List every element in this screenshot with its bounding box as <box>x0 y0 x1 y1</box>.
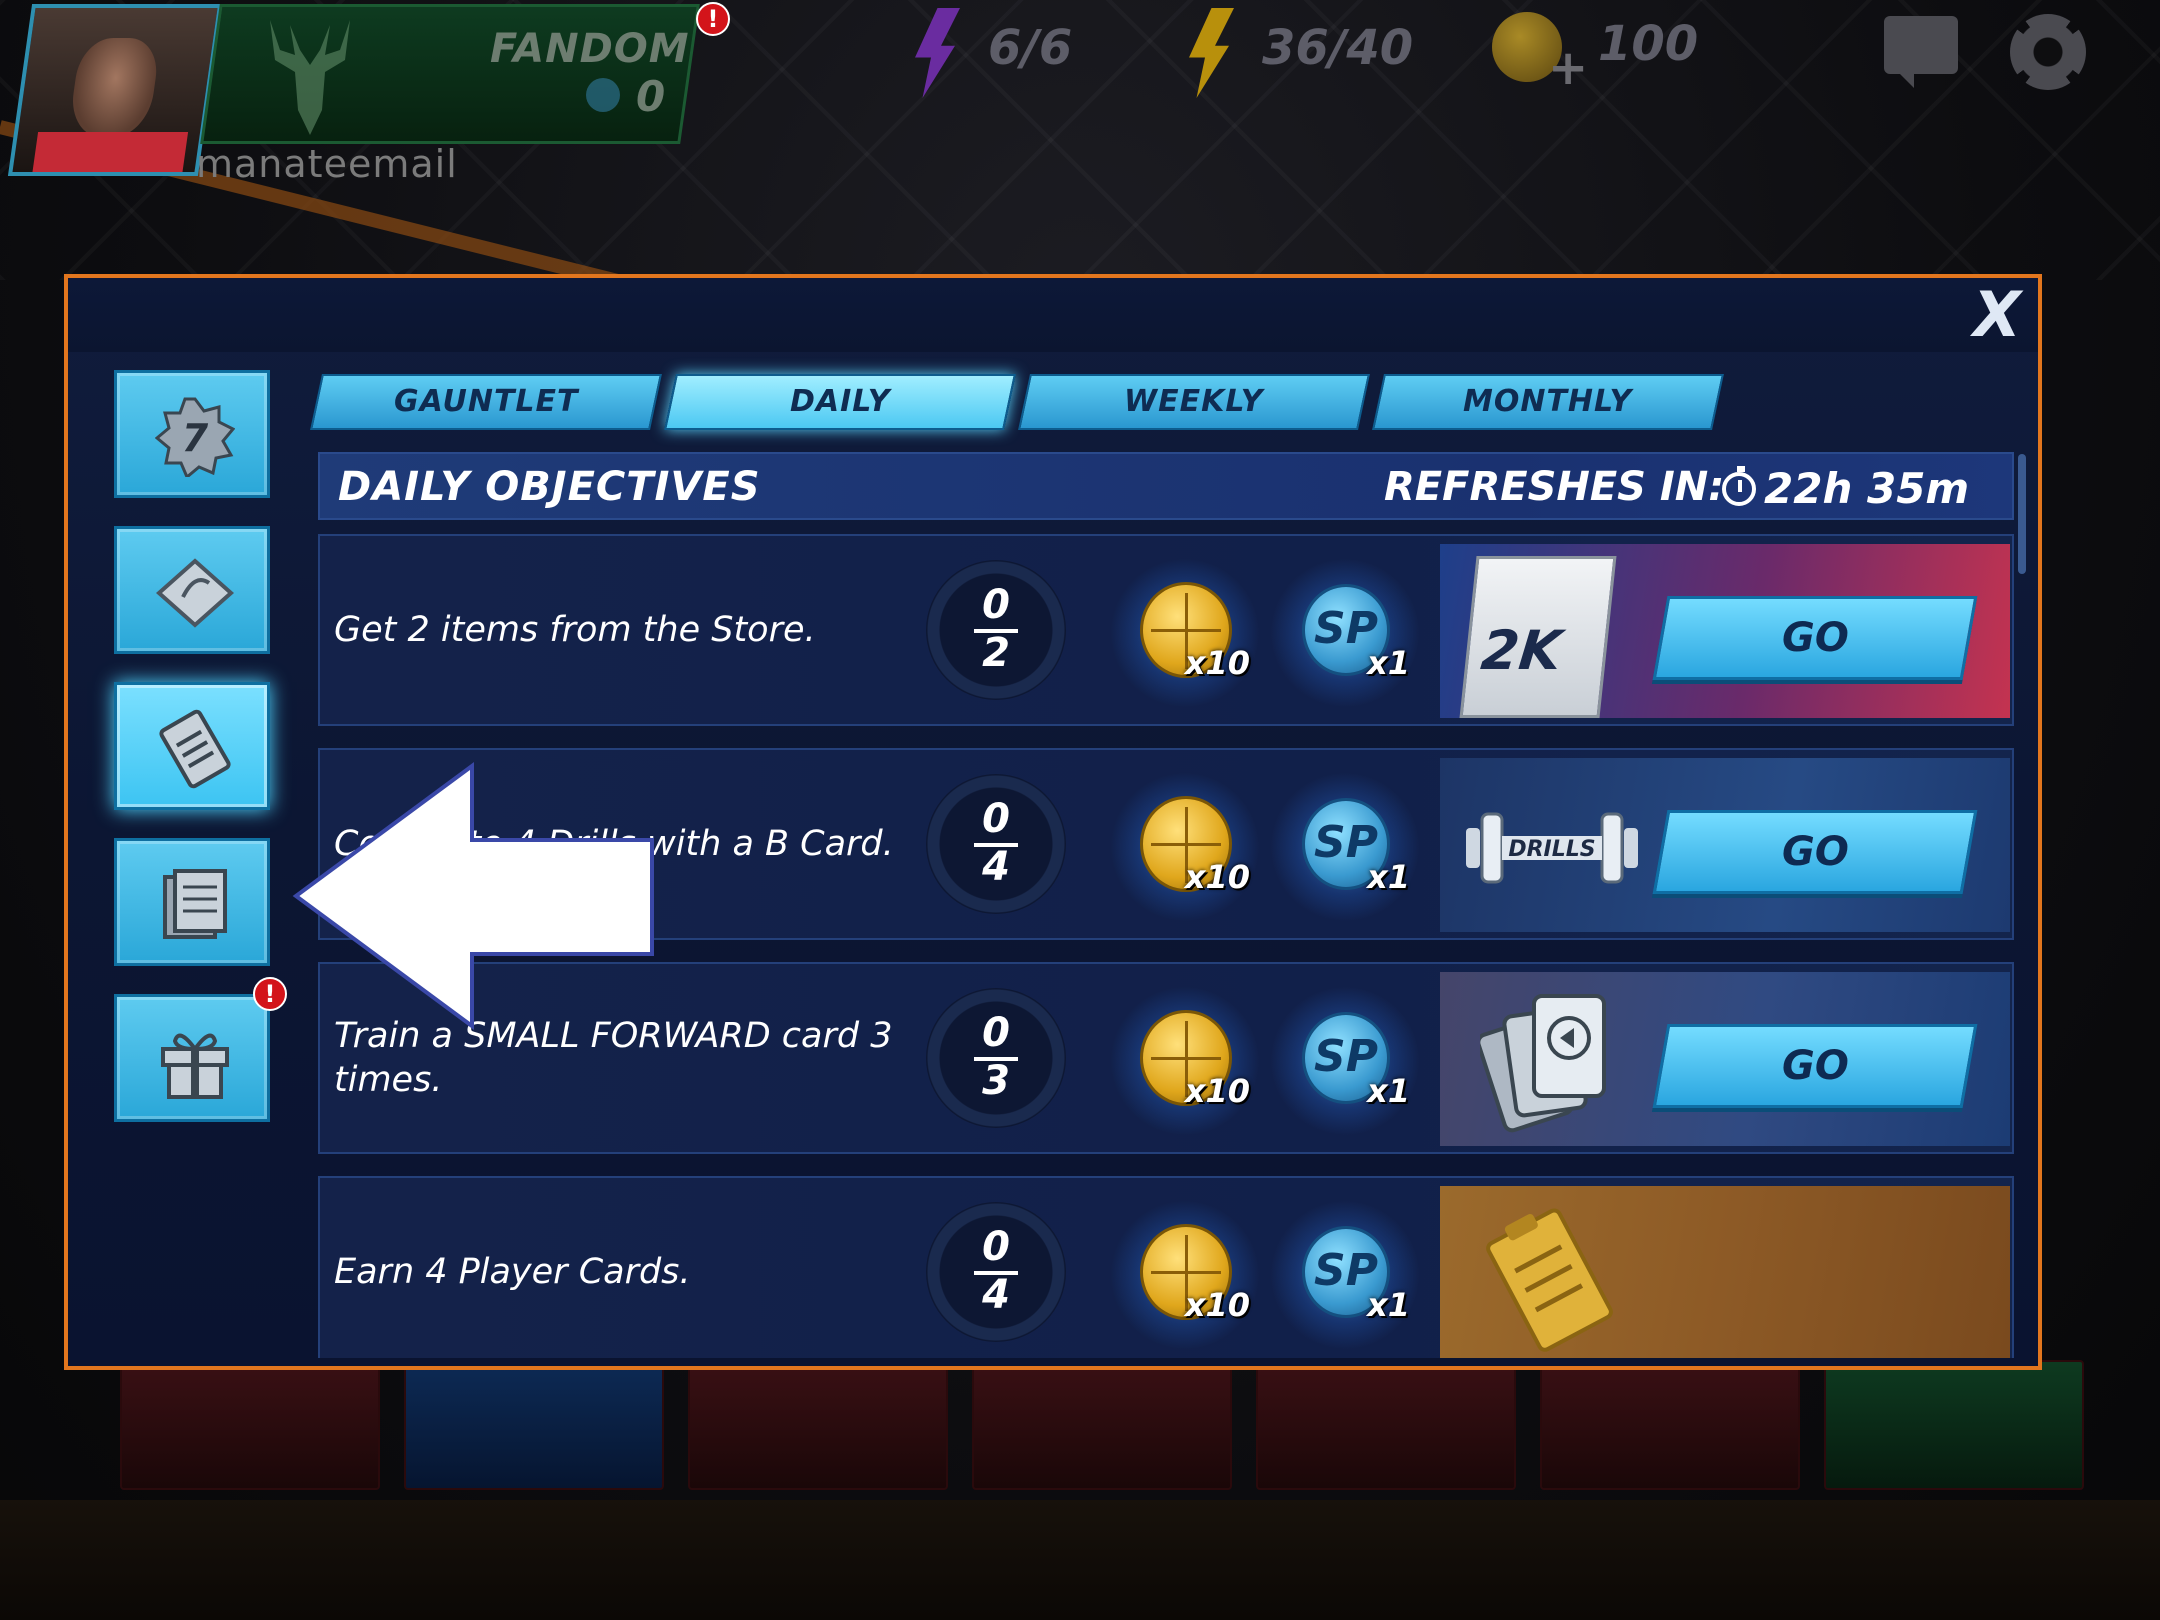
shopping-bag-icon: 2K <box>1459 556 1617 718</box>
svg-text:DRILLS: DRILLS <box>1508 837 1595 862</box>
bucks-logo-icon <box>270 20 350 135</box>
sp-reward: SP x1 <box>1270 558 1420 708</box>
player-cards-panel <box>1440 1186 2010 1358</box>
go-button[interactable]: GO <box>1652 810 1978 894</box>
news-icon <box>163 869 227 939</box>
dumbbell-icon: DRILLS <box>1466 812 1638 884</box>
refresh-label: REFRESHES IN: <box>1384 464 1725 510</box>
side-menu-gift-button[interactable]: ! <box>114 977 287 1122</box>
sp-reward: SP x1 <box>1270 1200 1420 1350</box>
store-panel: 2K GO <box>1440 544 2010 718</box>
fandom-count: 0 <box>636 72 666 121</box>
coin-reward: x10 <box>1110 1200 1260 1350</box>
player-avatar[interactable] <box>7 4 223 176</box>
objective-text: Get 2 items from the Store. <box>334 610 816 650</box>
progress-counter: 0 2 <box>926 560 1066 700</box>
progress-counter: 0 4 <box>926 774 1066 914</box>
side-menu-news-button[interactable] <box>114 838 270 966</box>
tab-weekly[interactable]: WEEKLY <box>1018 374 1370 430</box>
close-button[interactable]: X <box>1964 282 2030 348</box>
coin-count: 100 <box>1598 16 1699 72</box>
arena-floor <box>0 1500 2160 1620</box>
clipboard-icon <box>159 709 231 789</box>
sp-reward: SP x1 <box>1270 986 1420 1136</box>
energy-yellow-count: 36/40 <box>1262 20 1414 76</box>
go-button[interactable]: GO <box>1652 1024 1978 1108</box>
fandom-label: FANDOM <box>490 26 690 72</box>
timer-icon <box>1722 466 1756 506</box>
side-menu-objectives-button[interactable] <box>114 682 270 810</box>
side-menu: 7 ! <box>114 370 287 1150</box>
pointer-arrow-icon <box>292 762 654 1030</box>
ticket-icon <box>155 558 235 628</box>
gift-icon <box>161 1033 229 1099</box>
objective-tabs: GAUNTLET DAILY WEEKLY MONTHLY <box>310 374 1724 430</box>
svg-text:7: 7 <box>182 416 209 460</box>
coin-plus-icon[interactable]: + <box>1548 40 1588 96</box>
badge-7-icon: 7 <box>155 397 235 477</box>
gold-clipboard-icon <box>1486 1208 1613 1352</box>
objectives-title: DAILY OBJECTIVES <box>338 464 761 510</box>
gift-alert-badge: ! <box>253 977 287 1011</box>
gear-icon[interactable] <box>2010 14 2086 90</box>
progress-counter: 0 3 <box>926 988 1066 1128</box>
username: manateemail <box>196 142 458 186</box>
energy-purple-count: 6/6 <box>988 20 1073 76</box>
objective-text: Earn 4 Player Cards. <box>334 1252 691 1292</box>
card-stack-icon <box>1480 994 1606 1133</box>
background-card-strip <box>120 1360 2120 1500</box>
modal-header <box>68 278 2038 352</box>
coin-reward: x10 <box>1110 986 1260 1136</box>
fandom-points-icon <box>586 78 620 112</box>
chat-icon[interactable] <box>1884 16 1958 88</box>
objective-row: Get 2 items from the Store. 0 2 x10 SP x… <box>318 534 2014 726</box>
list-scrollbar[interactable] <box>2018 454 2026 574</box>
sp-reward: SP x1 <box>1270 772 1420 922</box>
tab-daily[interactable]: DAILY <box>664 374 1016 430</box>
objectives-header: DAILY OBJECTIVES REFRESHES IN: 22h 35m <box>318 452 2014 520</box>
tab-monthly[interactable]: MONTHLY <box>1372 374 1724 430</box>
coin-reward: x10 <box>1110 772 1260 922</box>
side-menu-badge-button[interactable]: 7 <box>114 370 270 498</box>
objective-row: Earn 4 Player Cards. 0 4 x10 SP x1 <box>318 1176 2014 1358</box>
fandom-alert-badge: ! <box>696 2 730 36</box>
tab-gauntlet[interactable]: GAUNTLET <box>310 374 662 430</box>
progress-counter: 0 4 <box>926 1202 1066 1342</box>
coin-reward: x10 <box>1110 558 1260 708</box>
drills-panel: DRILLS GO <box>1440 758 2010 932</box>
cards-panel: GO <box>1440 972 2010 1146</box>
refresh-timer: 22h 35m <box>1764 464 1970 513</box>
side-menu-ticket-button[interactable] <box>114 526 270 654</box>
go-button[interactable]: GO <box>1652 596 1978 680</box>
